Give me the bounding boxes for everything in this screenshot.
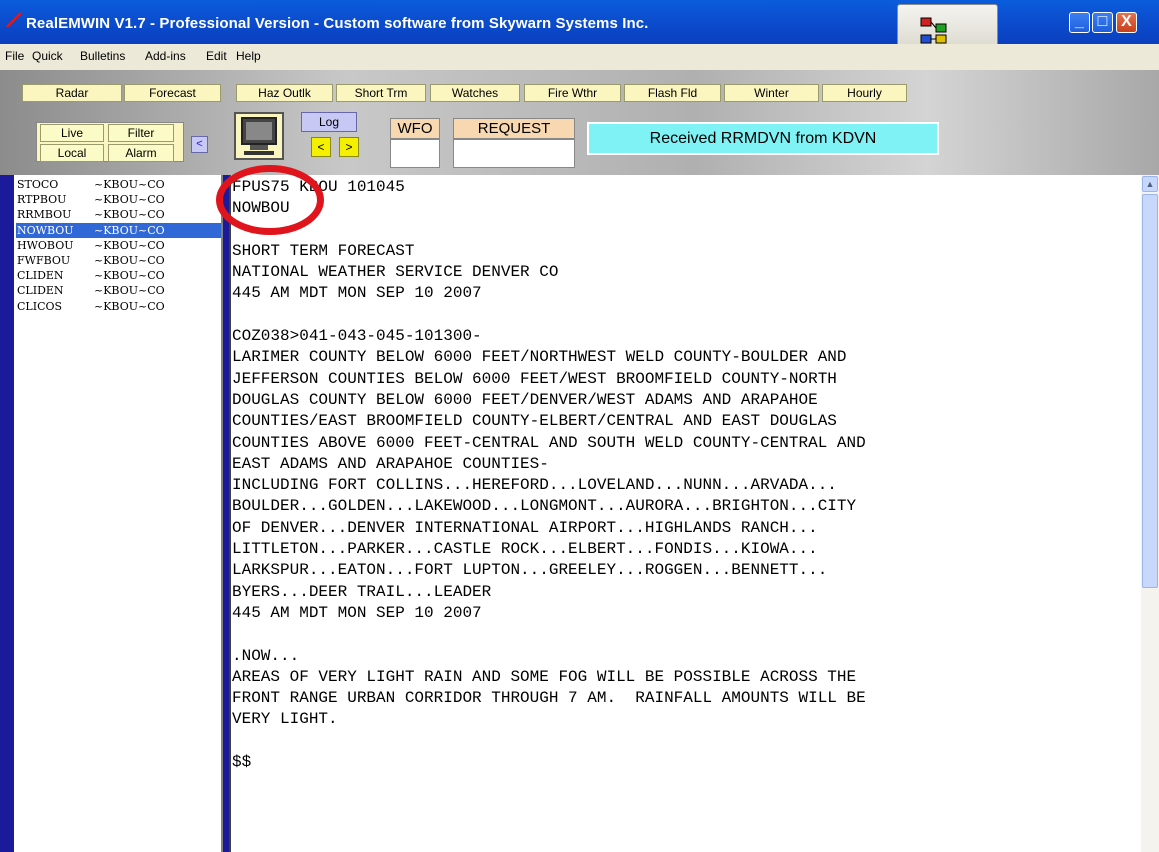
monitor-icon (241, 117, 277, 155)
radar-button[interactable]: Radar (22, 84, 122, 102)
short-trm-button[interactable]: Short Trm (336, 84, 426, 102)
app-window: RealEMWIN V1.7 - Professional Version - … (0, 0, 1159, 852)
bulletin-id: CLIDEN (17, 284, 64, 298)
bulletin-text: FPUS75 KBOU 101045 NOWBOU SHORT TERM FOR… (232, 178, 866, 772)
filter-button[interactable]: Filter (108, 124, 174, 142)
menu-quick[interactable]: Quick (32, 49, 63, 63)
bulletin-list-item[interactable]: CLICOS ~KBOU~CO (16, 299, 221, 314)
bulletin-source: ~KBOU~CO (94, 299, 165, 313)
log-button[interactable]: Log (301, 112, 357, 132)
bulletin-source: ~KBOU~CO (94, 238, 165, 252)
bulletin-list[interactable]: STOCO ~KBOU~CO RTPBOU ~KBOU~CO RRMBOU ~KBOU~C… (14, 175, 223, 852)
bulletin-source: ~KBOU~CO (94, 208, 165, 222)
window-title: RealEMWIN V1.7 - Professional Version - … (26, 15, 649, 32)
minimize-button[interactable]: _ (1069, 12, 1090, 33)
bulletin-source: ~KBOU~CO (94, 193, 165, 207)
bulletin-id: CLIDEN (17, 269, 64, 283)
red-highlight-circle (216, 165, 324, 235)
menu-bulletins[interactable]: Bulletins (80, 49, 125, 63)
scroll-up-arrow-icon[interactable]: ▲ (1142, 176, 1158, 192)
menu-add-ins[interactable]: Add-ins (145, 49, 186, 63)
vertical-scrollbar[interactable]: ▲ (1141, 175, 1159, 852)
previous-arrow-button[interactable]: < (311, 137, 331, 157)
menu-help[interactable]: Help (236, 49, 261, 63)
bulletin-list-item[interactable]: FWFBOU ~KBOU~CO (16, 253, 221, 268)
bulletin-source: ~KBOU~CO (94, 284, 165, 298)
hourly-button[interactable]: Hourly (822, 84, 907, 102)
watches-button[interactable]: Watches (430, 84, 520, 102)
forecast-button[interactable]: Forecast (124, 84, 221, 102)
app-logo-icon (6, 12, 22, 28)
maximize-button[interactable]: □ (1092, 12, 1113, 33)
bulletin-list-item[interactable]: RTPBOU ~KBOU~CO (16, 192, 221, 207)
bulletin-source: ~KBOU~CO (94, 178, 165, 191)
wfo-input[interactable] (390, 139, 440, 168)
left-margin (0, 175, 14, 852)
bulletin-id: STOCO (17, 178, 59, 191)
bulletin-id: HWOBOU (17, 238, 74, 252)
request-input[interactable] (453, 139, 575, 168)
wfo-label: WFO (390, 118, 440, 139)
flash-fld-button[interactable]: Flash Fld (624, 84, 721, 102)
bulletin-id: CLICOS (17, 299, 63, 313)
toolbar: Radar Forecast Haz Outlk Short Trm Watch… (0, 70, 1159, 175)
scroll-thumb[interactable] (1142, 194, 1158, 588)
bulletin-text-pane[interactable]: FPUS75 KBOU 101045 NOWBOU SHORT TERM FOR… (229, 175, 1159, 852)
winter-button[interactable]: Winter (724, 84, 819, 102)
bulletin-source: ~KBOU~CO (94, 269, 165, 283)
live-button[interactable]: Live (40, 124, 104, 142)
alarm-button[interactable]: Alarm (108, 144, 174, 162)
network-icon (920, 17, 947, 44)
bulletin-list-item[interactable]: CLIDEN ~KBOU~CO (16, 268, 221, 283)
title-bar[interactable]: RealEMWIN V1.7 - Professional Version - … (0, 0, 1159, 58)
collapse-arrow-button[interactable]: < (191, 136, 208, 153)
local-button[interactable]: Local (40, 144, 104, 162)
bulletin-id: RRMBOU (17, 208, 72, 222)
bulletin-list-item[interactable]: STOCO ~KBOU~CO (16, 177, 221, 192)
bulletin-source: ~KBOU~CO (94, 254, 165, 267)
bulletin-id: RTPBOU (17, 193, 67, 207)
bulletin-list-item[interactable]: RRMBOU ~KBOU~CO (16, 207, 221, 222)
bulletin-list-item[interactable]: CLIDEN ~KBOU~CO (16, 283, 221, 298)
close-button[interactable]: X (1116, 12, 1137, 33)
menu-edit[interactable]: Edit (206, 49, 227, 63)
request-label: REQUEST (453, 118, 575, 139)
monitor-button[interactable] (234, 112, 284, 160)
haz-outlk-button[interactable]: Haz Outlk (236, 84, 333, 102)
menu-bar: File Quick Bulletins Add-ins Edit Help (0, 44, 1159, 70)
bulletin-source: ~KBOU~CO (94, 223, 165, 237)
bulletin-list-item[interactable]: NOWBOU ~KBOU~CO (16, 222, 221, 238)
status-message: Received RRMDVN from KDVN (587, 122, 939, 155)
bulletin-id: NOWBOU (17, 223, 74, 237)
next-arrow-button[interactable]: > (339, 137, 359, 157)
bulletin-list-item[interactable]: HWOBOU ~KBOU~CO (16, 238, 221, 253)
bulletin-id: FWFBOU (17, 254, 71, 267)
menu-file[interactable]: File (5, 49, 24, 63)
fire-wthr-button[interactable]: Fire Wthr (524, 84, 621, 102)
